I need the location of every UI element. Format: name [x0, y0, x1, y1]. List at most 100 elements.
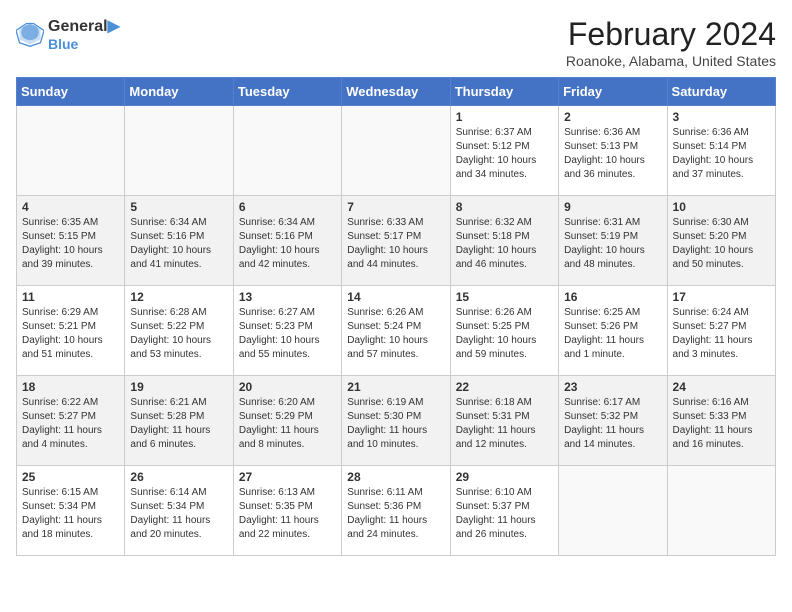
day-info: Sunrise: 6:37 AM Sunset: 5:12 PM Dayligh… [456, 126, 553, 182]
day-info: Sunrise: 6:33 AM Sunset: 5:17 PM Dayligh… [347, 216, 444, 272]
calendar-cell: 7Sunrise: 6:33 AM Sunset: 5:17 PM Daylig… [342, 196, 450, 286]
calendar-cell: 20 Sunrise: 6:20 AM Sunset: 5:29 PM Dayli… [233, 376, 341, 466]
week-row-3: 11Sunrise: 6:29 AM Sunset: 5:21 PM Dayli… [17, 286, 776, 376]
day-info: Sunrise: 6:15 AM Sunset: 5:34 PM Dayligh… [22, 486, 119, 542]
calendar-cell: 9Sunrise: 6:31 AM Sunset: 5:19 PM Daylig… [559, 196, 667, 286]
day-number: 21 [347, 380, 444, 394]
day-number: 10 [673, 200, 770, 214]
calendar-cell: 29 Sunrise: 6:10 AM Sunset: 5:37 PM Dayli… [450, 466, 558, 556]
month-title: February 2024 [566, 16, 776, 53]
weekday-header-saturday: Saturday [667, 78, 775, 106]
day-info: Sunrise: 6:27 AM Sunset: 5:23 PM Dayligh… [239, 306, 336, 362]
calendar-cell: 6 Sunrise: 6:34 AM Sunset: 5:16 PM Daylig… [233, 196, 341, 286]
day-info: Sunrise: 6:35 AM Sunset: 5:15 PM Dayligh… [22, 216, 119, 272]
calendar-cell: 23 Sunrise: 6:17 AM Sunset: 5:32 PM Dayli… [559, 376, 667, 466]
day-info: Sunrise: 6:22 AM Sunset: 5:27 PM Dayligh… [22, 396, 119, 452]
week-row-2: 4 Sunrise: 6:35 AM Sunset: 5:15 PM Daylig… [17, 196, 776, 286]
day-number: 13 [239, 290, 336, 304]
day-number: 18 [22, 380, 119, 394]
day-info: Sunrise: 6:34 AM Sunset: 5:16 PM Dayligh… [130, 216, 227, 272]
day-info: Sunrise: 6:11 AM Sunset: 5:36 PM Dayligh… [347, 486, 444, 542]
day-info: Sunrise: 6:18 AM Sunset: 5:31 PM Dayligh… [456, 396, 553, 452]
day-info: Sunrise: 6:26 AM Sunset: 5:24 PM Dayligh… [347, 306, 444, 362]
day-number: 12 [130, 290, 227, 304]
calendar-cell: 17 Sunrise: 6:24 AM Sunset: 5:27 PM Dayli… [667, 286, 775, 376]
weekday-header-thursday: Thursday [450, 78, 558, 106]
calendar-cell: 16Sunrise: 6:25 AM Sunset: 5:26 PM Dayli… [559, 286, 667, 376]
day-number: 2 [564, 110, 661, 124]
logo: General▶ Blue [16, 16, 120, 52]
day-info: Sunrise: 6:14 AM Sunset: 5:34 PM Dayligh… [130, 486, 227, 542]
day-info: Sunrise: 6:13 AM Sunset: 5:35 PM Dayligh… [239, 486, 336, 542]
calendar-cell: 19 Sunrise: 6:21 AM Sunset: 5:28 PM Dayli… [125, 376, 233, 466]
day-number: 4 [22, 200, 119, 214]
day-number: 29 [456, 470, 553, 484]
calendar-cell [125, 106, 233, 196]
weekday-header-friday: Friday [559, 78, 667, 106]
calendar-cell: 15 Sunrise: 6:26 AM Sunset: 5:25 PM Dayli… [450, 286, 558, 376]
calendar-table: SundayMondayTuesdayWednesdayThursdayFrid… [16, 77, 776, 556]
day-info: Sunrise: 6:21 AM Sunset: 5:28 PM Dayligh… [130, 396, 227, 452]
calendar-cell: 11Sunrise: 6:29 AM Sunset: 5:21 PM Dayli… [17, 286, 125, 376]
day-number: 27 [239, 470, 336, 484]
day-number: 20 [239, 380, 336, 394]
day-info: Sunrise: 6:17 AM Sunset: 5:32 PM Dayligh… [564, 396, 661, 452]
day-number: 25 [22, 470, 119, 484]
location: Roanoke, Alabama, United States [566, 53, 776, 69]
day-number: 24 [673, 380, 770, 394]
calendar-cell: 13 Sunrise: 6:27 AM Sunset: 5:23 PM Dayli… [233, 286, 341, 376]
calendar-cell [342, 106, 450, 196]
calendar-cell: 10 Sunrise: 6:30 AM Sunset: 5:20 PM Dayli… [667, 196, 775, 286]
day-number: 23 [564, 380, 661, 394]
calendar-cell: 21 Sunrise: 6:19 AM Sunset: 5:30 PM Dayli… [342, 376, 450, 466]
calendar-cell: 26Sunrise: 6:14 AM Sunset: 5:34 PM Dayli… [125, 466, 233, 556]
day-info: Sunrise: 6:30 AM Sunset: 5:20 PM Dayligh… [673, 216, 770, 272]
week-row-1: 1 Sunrise: 6:37 AM Sunset: 5:12 PM Daylig… [17, 106, 776, 196]
day-number: 5 [130, 200, 227, 214]
day-number: 19 [130, 380, 227, 394]
day-info: Sunrise: 6:10 AM Sunset: 5:37 PM Dayligh… [456, 486, 553, 542]
calendar-cell [17, 106, 125, 196]
calendar-cell: 12Sunrise: 6:28 AM Sunset: 5:22 PM Dayli… [125, 286, 233, 376]
day-info: Sunrise: 6:19 AM Sunset: 5:30 PM Dayligh… [347, 396, 444, 452]
day-number: 1 [456, 110, 553, 124]
calendar-cell [667, 466, 775, 556]
calendar-cell: 28Sunrise: 6:11 AM Sunset: 5:36 PM Dayli… [342, 466, 450, 556]
calendar-cell: 22Sunrise: 6:18 AM Sunset: 5:31 PM Dayli… [450, 376, 558, 466]
logo-text: General▶ Blue [48, 16, 120, 52]
day-info: Sunrise: 6:36 AM Sunset: 5:13 PM Dayligh… [564, 126, 661, 182]
page-header: General▶ Blue February 2024 Roanoke, Ala… [16, 16, 776, 69]
calendar-cell: 18 Sunrise: 6:22 AM Sunset: 5:27 PM Dayli… [17, 376, 125, 466]
calendar-cell [233, 106, 341, 196]
day-info: Sunrise: 6:34 AM Sunset: 5:16 PM Dayligh… [239, 216, 336, 272]
calendar-cell: 25 Sunrise: 6:15 AM Sunset: 5:34 PM Dayli… [17, 466, 125, 556]
day-number: 14 [347, 290, 444, 304]
day-number: 16 [564, 290, 661, 304]
day-info: Sunrise: 6:24 AM Sunset: 5:27 PM Dayligh… [673, 306, 770, 362]
title-block: February 2024 Roanoke, Alabama, United S… [566, 16, 776, 69]
calendar-cell: 14 Sunrise: 6:26 AM Sunset: 5:24 PM Dayli… [342, 286, 450, 376]
day-number: 15 [456, 290, 553, 304]
calendar-cell: 1 Sunrise: 6:37 AM Sunset: 5:12 PM Daylig… [450, 106, 558, 196]
week-row-5: 25 Sunrise: 6:15 AM Sunset: 5:34 PM Dayli… [17, 466, 776, 556]
day-info: Sunrise: 6:32 AM Sunset: 5:18 PM Dayligh… [456, 216, 553, 272]
logo-icon [16, 20, 44, 48]
day-number: 17 [673, 290, 770, 304]
weekday-header-monday: Monday [125, 78, 233, 106]
weekday-header-sunday: Sunday [17, 78, 125, 106]
calendar-cell: 24Sunrise: 6:16 AM Sunset: 5:33 PM Dayli… [667, 376, 775, 466]
day-info: Sunrise: 6:20 AM Sunset: 5:29 PM Dayligh… [239, 396, 336, 452]
weekday-header-row: SundayMondayTuesdayWednesdayThursdayFrid… [17, 78, 776, 106]
day-info: Sunrise: 6:31 AM Sunset: 5:19 PM Dayligh… [564, 216, 661, 272]
calendar-cell: 2 Sunrise: 6:36 AM Sunset: 5:13 PM Daylig… [559, 106, 667, 196]
day-info: Sunrise: 6:26 AM Sunset: 5:25 PM Dayligh… [456, 306, 553, 362]
week-row-4: 18 Sunrise: 6:22 AM Sunset: 5:27 PM Dayli… [17, 376, 776, 466]
day-number: 6 [239, 200, 336, 214]
calendar-cell: 3Sunrise: 6:36 AM Sunset: 5:14 PM Daylig… [667, 106, 775, 196]
day-info: Sunrise: 6:29 AM Sunset: 5:21 PM Dayligh… [22, 306, 119, 362]
day-number: 8 [456, 200, 553, 214]
weekday-header-tuesday: Tuesday [233, 78, 341, 106]
calendar-cell: 27 Sunrise: 6:13 AM Sunset: 5:35 PM Dayli… [233, 466, 341, 556]
day-number: 3 [673, 110, 770, 124]
calendar-cell: 4 Sunrise: 6:35 AM Sunset: 5:15 PM Daylig… [17, 196, 125, 286]
